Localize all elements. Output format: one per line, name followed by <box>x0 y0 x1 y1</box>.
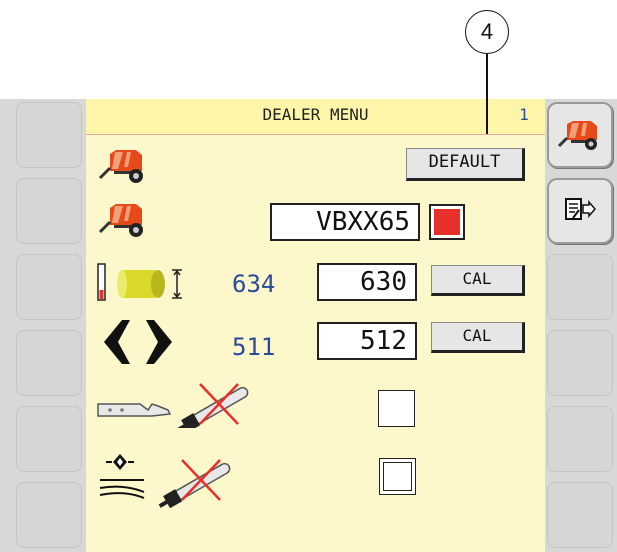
softkey-left-5[interactable] <box>16 406 82 472</box>
callout-number: 4 <box>465 10 509 54</box>
bale-density-setpoint[interactable]: 512 <box>317 322 417 360</box>
softkey-left-4[interactable] <box>16 330 82 396</box>
bale-density-cal-button[interactable]: CAL <box>431 322 525 353</box>
baler-icon <box>557 121 597 150</box>
bale-density-reading: 511 <box>232 333 276 361</box>
model-indicator-frame[interactable] <box>429 204 465 240</box>
knife-sensor-checkbox[interactable] <box>378 390 415 427</box>
bale-size-cal-button[interactable]: CAL <box>431 265 525 296</box>
baler-icon <box>98 150 143 183</box>
softkey-baler-home[interactable] <box>547 102 613 168</box>
pickup-checkbox-inner <box>383 462 412 491</box>
softkey-left-1[interactable] <box>16 102 82 168</box>
bale-size-reading: 634 <box>232 270 276 298</box>
softkey-left-3[interactable] <box>16 254 82 320</box>
model-status-indicator <box>434 209 460 235</box>
softkey-right-6[interactable] <box>547 482 613 548</box>
pickup-sensor-checkbox[interactable] <box>379 458 416 495</box>
bale-size-setpoint[interactable]: 630 <box>317 263 417 301</box>
softkey-right-5[interactable] <box>547 406 613 472</box>
page-number: 1 <box>519 105 529 124</box>
default-button[interactable]: DEFAULT <box>406 148 525 181</box>
page-title: DEALER MENU <box>262 105 369 124</box>
softkey-left-2[interactable] <box>16 178 82 244</box>
softkey-left-6[interactable] <box>16 482 82 548</box>
chamber-expand-icon <box>104 320 172 364</box>
softkey-export[interactable] <box>547 178 613 244</box>
bale-diameter-icon <box>97 263 182 301</box>
knife-sensor-disabled-icon <box>97 383 249 428</box>
pickup-sensor-disabled-icon <box>99 454 231 508</box>
softkey-right-3[interactable] <box>547 254 613 320</box>
callout-leader-line-overlay <box>486 54 488 134</box>
baler-model-icon <box>98 204 143 237</box>
softkey-right-4[interactable] <box>547 330 613 396</box>
model-field[interactable]: VBXX65 <box>270 203 420 241</box>
export-settings-icon <box>565 198 596 220</box>
